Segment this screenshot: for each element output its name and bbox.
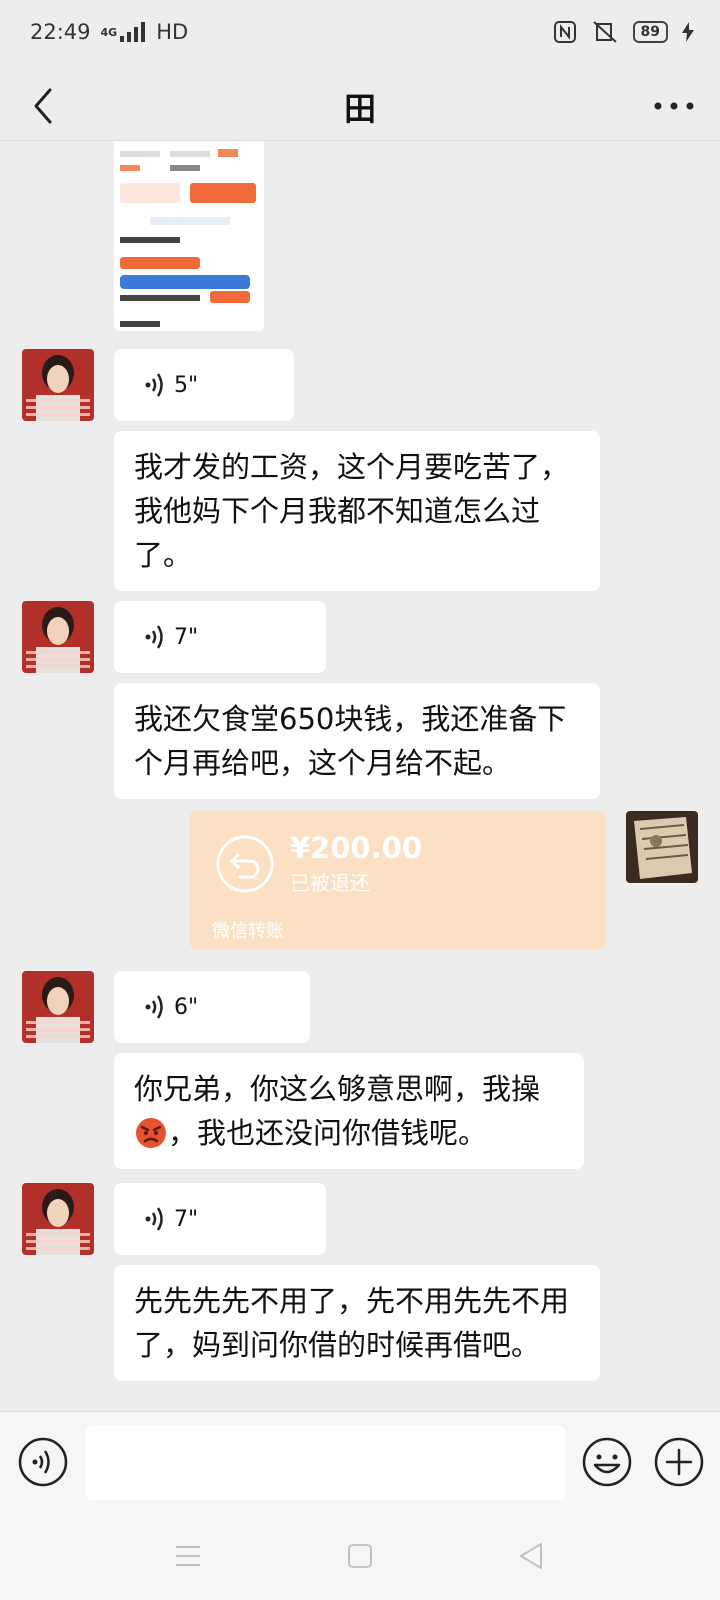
- contact-avatar[interactable]: [22, 349, 94, 421]
- status-left: 22:49 4G HD: [30, 20, 188, 44]
- mute-vibrate-icon: [592, 21, 617, 43]
- my-avatar[interactable]: [626, 811, 698, 883]
- nfc-icon: [553, 21, 576, 43]
- home-nav-icon[interactable]: [347, 1543, 373, 1569]
- chat-header: 田: [0, 72, 720, 141]
- transfer-card[interactable]: ¥200.00 已被退还 微信转账: [190, 811, 606, 949]
- voice-wave-icon: [145, 373, 163, 397]
- more-options-icon[interactable]: [652, 88, 696, 124]
- voice-duration: 6": [174, 994, 199, 1020]
- voice-message[interactable]: 7": [114, 1183, 326, 1255]
- message-text: 先先先先不用了，先不用先先不用了，妈到问你借的时候再借吧。: [134, 1284, 570, 1362]
- add-more-icon[interactable]: [654, 1437, 704, 1487]
- input-bar: [0, 1411, 720, 1512]
- voice-duration: 7": [174, 624, 199, 650]
- voice-duration: 5": [174, 372, 199, 398]
- message-text: 你兄弟，你这么够意思啊，我操: [134, 1072, 541, 1106]
- network-type: 4G: [100, 25, 118, 39]
- voice-wave-icon: [145, 1207, 163, 1231]
- message-text: 我才发的工资，这个月要吃苦了，我他妈下个月我都不知道怎么过了。: [134, 450, 570, 572]
- contact-avatar[interactable]: [22, 1183, 94, 1255]
- message-text: 我还欠食堂650块钱，我还准备下个月再给吧，这个月给不起。: [134, 702, 567, 780]
- message-text: ，我也还没问你借钱呢。: [168, 1116, 488, 1150]
- status-right: 89: [553, 20, 694, 44]
- charging-icon: [682, 22, 694, 42]
- contact-avatar[interactable]: [22, 601, 94, 673]
- contact-avatar[interactable]: [22, 971, 94, 1043]
- chat-title: 田: [343, 90, 376, 128]
- text-message[interactable]: 我才发的工资，这个月要吃苦了，我他妈下个月我都不知道怎么过了。: [114, 431, 600, 591]
- hd-indicator: HD: [156, 20, 189, 44]
- chat-area[interactable]: 5" 我才发的工资，这个月要吃苦了，我他妈下个月我都不知道怎么过了。 7" 我还…: [0, 141, 720, 1411]
- voice-input-icon[interactable]: [18, 1437, 68, 1487]
- signal-icon: [120, 22, 146, 42]
- image-message[interactable]: [114, 141, 264, 331]
- menu-nav-icon[interactable]: [175, 1544, 201, 1568]
- back-nav-icon[interactable]: [518, 1542, 544, 1570]
- text-message[interactable]: 你兄弟，你这么够意思啊，我操 ，我也还没问你借钱呢。: [114, 1053, 584, 1169]
- voice-wave-icon: [145, 995, 163, 1019]
- transfer-footer: 微信转账: [212, 921, 284, 942]
- status-bar: 22:49 4G HD 89: [0, 0, 720, 72]
- network-indicator: 4G: [101, 22, 147, 42]
- emoji-icon[interactable]: [582, 1437, 632, 1487]
- voice-message[interactable]: 7": [114, 601, 326, 673]
- transfer-status: 已被退还: [290, 871, 370, 895]
- voice-message[interactable]: 6": [114, 971, 310, 1043]
- text-message[interactable]: 先先先先不用了，先不用先先不用了，妈到问你借的时候再借吧。: [114, 1265, 600, 1381]
- system-nav-bar: [0, 1512, 720, 1600]
- status-time: 22:49: [30, 20, 91, 44]
- voice-duration: 7": [174, 1206, 199, 1232]
- voice-message[interactable]: 5": [114, 349, 294, 421]
- voice-wave-icon: [145, 625, 163, 649]
- angry-emoji-icon: [136, 1118, 166, 1148]
- refund-icon: [216, 835, 274, 893]
- message-input[interactable]: [86, 1426, 566, 1500]
- transfer-amount: ¥200.00: [290, 831, 423, 865]
- battery-indicator: 89: [632, 21, 668, 43]
- text-message[interactable]: 我还欠食堂650块钱，我还准备下个月再给吧，这个月给不起。: [114, 683, 600, 799]
